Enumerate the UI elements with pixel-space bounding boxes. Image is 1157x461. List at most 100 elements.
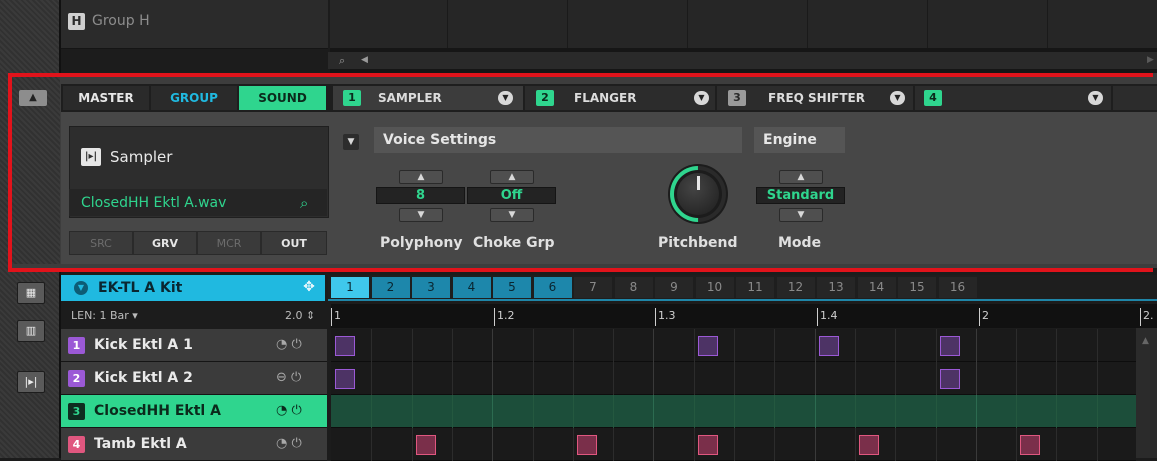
step-header-underline	[328, 299, 1157, 301]
step-9[interactable]: 9	[655, 277, 693, 298]
grid-line	[693, 395, 695, 428]
grid-line	[572, 428, 574, 461]
grid-line	[895, 395, 897, 428]
step-8[interactable]: 8	[614, 277, 653, 298]
grid-col	[567, 0, 568, 48]
grid-line	[895, 329, 897, 362]
kit-collapse-icon[interactable]: ▼	[74, 281, 88, 295]
pad-view-icon[interactable]: ▦	[17, 282, 45, 304]
grid-line	[1016, 362, 1018, 395]
grid-line	[532, 395, 534, 428]
grid-line	[854, 428, 856, 461]
grid-line	[1056, 362, 1058, 395]
grid-line	[854, 362, 856, 395]
vertical-scrollbar[interactable]: ▲	[1136, 328, 1157, 458]
ruler-tick	[331, 308, 332, 326]
ruler-label: 1.3	[658, 309, 676, 322]
step-2[interactable]: 2	[371, 277, 410, 298]
move-icon[interactable]: ✥	[300, 278, 318, 296]
grid-line	[814, 362, 816, 395]
step-3[interactable]: 3	[412, 277, 450, 298]
grid-line	[975, 362, 977, 395]
grid-line	[734, 395, 735, 428]
grid-line	[935, 428, 937, 461]
grid-line	[1096, 362, 1098, 395]
grid-col	[807, 0, 808, 48]
note-event[interactable]	[697, 336, 718, 356]
step-14[interactable]: 14	[857, 277, 896, 298]
grid-line	[371, 395, 373, 428]
mute-solo-icons[interactable]: ⊖ ⏻	[276, 368, 301, 388]
note-event[interactable]	[415, 435, 436, 455]
grid-line	[492, 428, 494, 461]
grid-line	[451, 395, 453, 428]
grid-line	[774, 329, 776, 362]
grid-line	[1016, 428, 1018, 461]
grid-line	[814, 395, 816, 428]
grid-line	[451, 428, 453, 461]
grid-line	[532, 428, 534, 461]
sound-number: 3	[68, 403, 85, 420]
ruler-label: 1.4	[820, 309, 838, 322]
grid-line	[572, 329, 574, 362]
step-13[interactable]: 13	[817, 277, 855, 298]
horizontal-scrollbar[interactable]	[328, 52, 1157, 69]
step-5[interactable]: 5	[493, 277, 531, 298]
grid-line	[1096, 395, 1098, 428]
sound-name: Tamb Ektl A	[94, 436, 187, 452]
grid-line	[935, 395, 937, 428]
grid-line	[451, 329, 453, 362]
grid-line	[411, 362, 413, 395]
step-10[interactable]: 10	[695, 277, 734, 298]
kit-name: EK-TL A Kit	[98, 280, 183, 296]
note-event[interactable]	[858, 435, 879, 455]
mute-solo-icons[interactable]: ◔ ⏻	[276, 434, 302, 454]
grid-line	[935, 362, 937, 395]
ruler-tick	[655, 308, 656, 326]
mute-solo-icons[interactable]: ◔ ⏻	[276, 401, 302, 421]
grid-line	[613, 395, 615, 428]
grid-line	[532, 329, 534, 362]
sound-number: 1	[68, 337, 85, 354]
grid-line	[895, 428, 897, 461]
scroll-left-icon[interactable]: ◀	[361, 52, 368, 69]
note-event[interactable]	[818, 336, 839, 356]
keyboard-view-icon[interactable]: ▥	[17, 320, 45, 342]
note-event[interactable]	[697, 435, 718, 455]
step-1[interactable]: 1	[331, 277, 369, 298]
grid-line	[1056, 428, 1058, 461]
grid-line	[895, 362, 897, 395]
zoom-value[interactable]: 2.0 ⇕	[285, 307, 315, 325]
note-event[interactable]	[939, 369, 960, 389]
grid-line	[492, 395, 494, 428]
step-16[interactable]: 16	[938, 277, 977, 298]
mute-solo-icons[interactable]: ◔ ⏻	[276, 335, 302, 355]
zoom-search-icon[interactable]: ⌕	[339, 52, 345, 69]
grid-line	[653, 362, 655, 395]
sound-name: Kick Ektl A 2	[94, 370, 193, 386]
grid-line	[572, 362, 574, 395]
scroll-up-icon[interactable]: ▲	[1142, 336, 1149, 346]
note-event[interactable]	[576, 435, 597, 455]
pattern-length-selector[interactable]: LEN: 1 Bar ▾	[71, 307, 138, 325]
note-event[interactable]	[1020, 435, 1041, 455]
step-15[interactable]: 15	[898, 277, 936, 298]
grid-col	[1047, 0, 1048, 48]
sample-view-icon[interactable]: |▸|	[17, 371, 45, 393]
step-11[interactable]: 11	[736, 277, 774, 298]
step-12[interactable]: 12	[776, 277, 815, 298]
grid-line	[1096, 428, 1098, 461]
grid-line	[613, 428, 615, 461]
note-event[interactable]	[335, 336, 355, 356]
grid-line	[371, 362, 373, 395]
note-event[interactable]	[939, 336, 960, 356]
note-event[interactable]	[335, 369, 355, 389]
step-7[interactable]: 7	[574, 277, 612, 298]
grid-line	[613, 329, 615, 362]
step-4[interactable]: 4	[452, 277, 491, 298]
step-6[interactable]: 6	[533, 277, 572, 298]
sound-number: 4	[68, 436, 85, 453]
scroll-right-icon[interactable]: ▶	[1147, 52, 1154, 69]
grid-line	[572, 395, 574, 428]
grid-col	[927, 0, 928, 48]
